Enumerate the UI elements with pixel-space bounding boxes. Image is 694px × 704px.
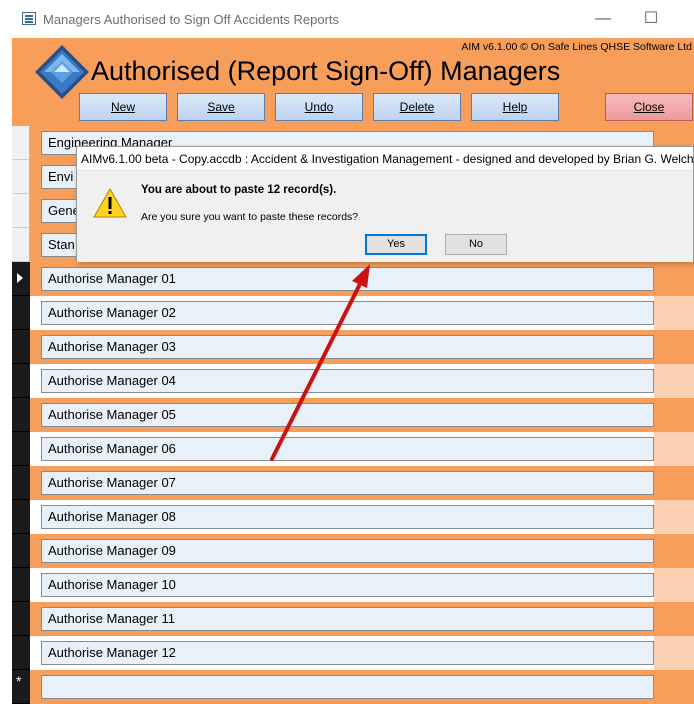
close-button[interactable]: Close xyxy=(605,93,693,121)
window-titlebar: Managers Authorised to Sign Off Accident… xyxy=(0,0,694,39)
manager-name-field[interactable]: Authorise Manager 08 xyxy=(41,505,654,529)
list-item: Authorise Manager 12 xyxy=(12,636,694,670)
yes-button[interactable]: Yes xyxy=(365,234,427,255)
page-title: Authorised (Report Sign-Off) Managers xyxy=(91,56,561,86)
undo-button[interactable]: Undo xyxy=(275,93,363,121)
list-item: Authorise Manager 11 xyxy=(12,602,694,636)
manager-name-field[interactable]: Authorise Manager 01 xyxy=(41,267,654,291)
manager-name-field[interactable]: Authorise Manager 06 xyxy=(41,437,654,461)
record-selector[interactable] xyxy=(12,160,30,194)
dialog-question: Are you sure you want to paste these rec… xyxy=(141,211,359,223)
help-button[interactable]: Help xyxy=(471,93,559,121)
record-selector[interactable] xyxy=(12,432,30,466)
record-selector[interactable] xyxy=(12,602,30,636)
manager-name-field[interactable]: Authorise Manager 11 xyxy=(41,607,654,631)
record-selector[interactable] xyxy=(12,228,30,262)
list-item: Authorise Manager 02 xyxy=(12,296,694,330)
current-record-arrow-icon xyxy=(17,273,23,283)
manager-name-field[interactable]: Authorise Manager 07 xyxy=(41,471,654,495)
manager-name-field[interactable]: Authorise Manager 02 xyxy=(41,301,654,325)
record-selector[interactable] xyxy=(12,568,30,602)
manager-name-field[interactable]: Authorise Manager 09 xyxy=(41,539,654,563)
record-selector[interactable] xyxy=(12,296,30,330)
dialog-message: You are about to paste 12 record(s). xyxy=(141,184,337,196)
new-record-star-icon: * xyxy=(16,673,22,689)
list-item: Authorise Manager 08 xyxy=(12,500,694,534)
no-button[interactable]: No xyxy=(445,234,507,255)
record-selector[interactable] xyxy=(12,330,30,364)
list-item: Authorise Manager 01 xyxy=(12,262,694,296)
list-item: Authorise Manager 04 xyxy=(12,364,694,398)
manager-name-field[interactable]: Authorise Manager 12 xyxy=(41,641,654,665)
record-selector[interactable] xyxy=(12,500,30,534)
manager-name-field[interactable]: Authorise Manager 03 xyxy=(41,335,654,359)
delete-button[interactable]: Delete xyxy=(373,93,461,121)
version-credit: AIM v6.1.00 © On Safe Lines QHSE Softwar… xyxy=(461,41,692,53)
record-selector[interactable]: * xyxy=(12,670,30,704)
form-icon xyxy=(22,12,36,25)
list-item: Authorise Manager 10 xyxy=(12,568,694,602)
paste-confirm-dialog: AIMv6.1.00 beta - Copy.accdb : Accident … xyxy=(76,146,694,262)
save-button[interactable]: Save xyxy=(177,93,265,121)
record-selector[interactable] xyxy=(12,534,30,568)
manager-name-field[interactable] xyxy=(41,675,654,699)
maximize-button[interactable]: ☐ xyxy=(636,6,666,32)
new-record-row: * xyxy=(12,670,694,704)
manager-name-field[interactable]: Authorise Manager 04 xyxy=(41,369,654,393)
list-item: Authorise Manager 06 xyxy=(12,432,694,466)
record-selector[interactable] xyxy=(12,636,30,670)
record-selector[interactable] xyxy=(12,398,30,432)
list-item: Authorise Manager 03 xyxy=(12,330,694,364)
form-header: AIM v6.1.00 © On Safe Lines QHSE Softwar… xyxy=(12,38,694,126)
list-item: Authorise Manager 07 xyxy=(12,466,694,500)
minimize-button[interactable]: — xyxy=(588,6,618,32)
record-selector[interactable] xyxy=(12,466,30,500)
dialog-title: AIMv6.1.00 beta - Copy.accdb : Accident … xyxy=(77,147,694,171)
manager-name-field[interactable]: Authorise Manager 05 xyxy=(41,403,654,427)
aim-logo-icon xyxy=(35,45,89,99)
warning-icon xyxy=(93,188,127,218)
record-selector[interactable] xyxy=(12,364,30,398)
record-selector[interactable] xyxy=(12,126,30,160)
window-left-edge xyxy=(0,38,12,693)
list-item: Authorise Manager 09 xyxy=(12,534,694,568)
list-item: Authorise Manager 05 xyxy=(12,398,694,432)
record-selector[interactable] xyxy=(12,194,30,228)
manager-name-field[interactable]: Authorise Manager 10 xyxy=(41,573,654,597)
record-selector[interactable] xyxy=(12,262,30,296)
new-button[interactable]: New xyxy=(79,93,167,121)
window-title: Managers Authorised to Sign Off Accident… xyxy=(43,12,340,27)
